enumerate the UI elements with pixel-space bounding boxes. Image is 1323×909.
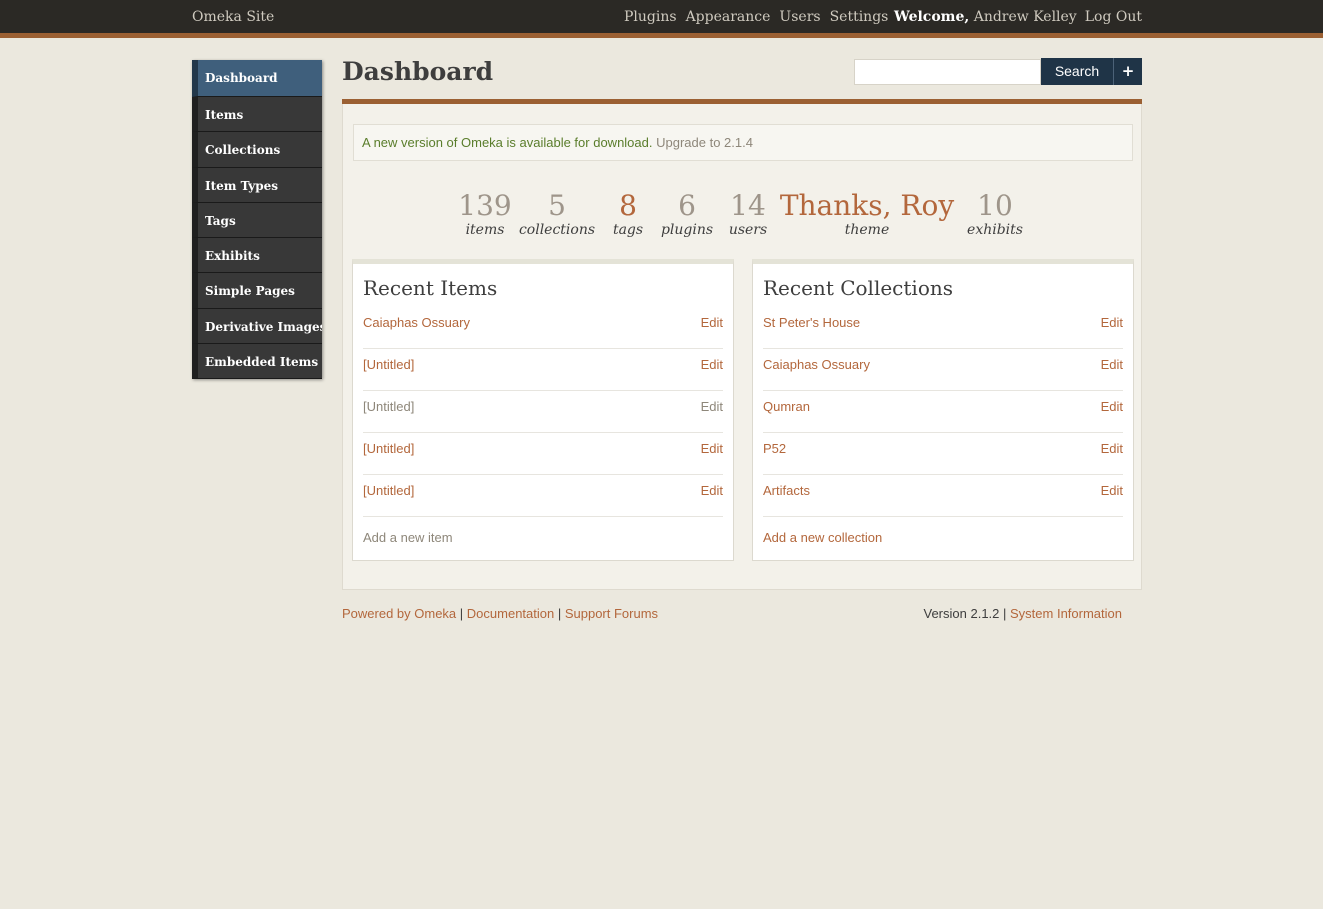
item-title-link[interactable]: Caiaphas Ossuary — [363, 315, 470, 330]
stat-users[interactable]: 14 users — [723, 189, 773, 239]
upgrade-message: A new version of Omeka is available for … — [362, 135, 653, 150]
recent-collections-card: Recent Collections St Peter's House Edit… — [752, 259, 1134, 561]
documentation-link[interactable]: Documentation — [467, 606, 554, 621]
item-edit-link[interactable]: Edit — [701, 357, 723, 372]
stat-exhibits-label: exhibits — [967, 222, 1023, 238]
stat-collections-label: collections — [518, 222, 596, 238]
stat-items-label: items — [465, 222, 505, 238]
stat-collections-value: 5 — [548, 189, 566, 222]
list-item: Artifacts Edit — [763, 475, 1123, 517]
site-title-link[interactable]: Omeka Site — [192, 9, 274, 25]
nav-users[interactable]: Users — [779, 9, 820, 25]
stat-tags[interactable]: 8 tags — [605, 189, 651, 239]
user-nav: Welcome, Andrew Kelley Log Out — [894, 9, 1142, 25]
welcome-label: Welcome, — [893, 9, 970, 25]
collection-title-link[interactable]: Qumran — [763, 399, 810, 414]
footer-links: Powered by Omeka | Documentation | Suppo… — [342, 606, 658, 621]
item-edit-link[interactable]: Edit — [701, 483, 723, 498]
top-bar: Omeka Site Plugins Appearance Users Sett… — [0, 0, 1323, 38]
sidebar-item-simple-pages[interactable]: Simple Pages — [192, 273, 322, 309]
item-title-link[interactable]: [Untitled] — [363, 483, 414, 498]
list-item: [Untitled] Edit — [363, 349, 723, 391]
stat-plugins-label: plugins — [660, 222, 714, 238]
footer-separator: | — [554, 606, 565, 621]
stat-tags-value: 8 — [619, 189, 637, 222]
upgrade-alert: A new version of Omeka is available for … — [353, 124, 1133, 161]
sidebar-item-embedded-items[interactable]: Embedded Items — [192, 344, 322, 380]
stats-bar: 139 items 5 collections 8 tags 6 plugins… — [343, 190, 1143, 246]
logout-link[interactable]: Log Out — [1085, 9, 1142, 25]
recent-items-card: Recent Items Caiaphas Ossuary Edit [Unti… — [352, 259, 734, 561]
sidebar-item-derivative-images[interactable]: Derivative Images — [192, 308, 322, 345]
support-forums-link[interactable]: Support Forums — [565, 606, 658, 621]
collection-edit-link[interactable]: Edit — [1101, 357, 1123, 372]
item-title-link[interactable]: [Untitled] — [363, 357, 414, 372]
item-title-link[interactable]: [Untitled] — [363, 399, 414, 414]
search-input[interactable] — [854, 59, 1041, 85]
stat-exhibits[interactable]: 10 exhibits — [963, 189, 1027, 239]
list-item: [Untitled] Edit — [363, 475, 723, 517]
sidebar-item-collections[interactable]: Collections — [192, 132, 322, 168]
stat-users-label: users — [728, 222, 768, 238]
system-information-link[interactable]: System Information — [1010, 606, 1122, 621]
stat-theme-value: Thanks, Roy — [779, 189, 955, 222]
item-edit-link[interactable]: Edit — [701, 399, 723, 414]
search-button[interactable]: Search — [1041, 58, 1113, 85]
upgrade-link[interactable]: Upgrade to 2.1.4 — [656, 135, 753, 150]
collection-edit-link[interactable]: Edit — [1101, 399, 1123, 414]
stat-theme[interactable]: Thanks, Roy theme — [779, 189, 955, 239]
stat-tags-label: tags — [612, 222, 644, 238]
list-item: [Untitled] Edit — [363, 391, 723, 433]
sidebar-nav: Dashboard Items Collections Item Types T… — [192, 60, 322, 380]
nav-appearance[interactable]: Appearance — [686, 9, 771, 25]
stat-theme-label: theme — [844, 222, 890, 238]
collection-edit-link[interactable]: Edit — [1101, 441, 1123, 456]
stat-exhibits-value: 10 — [977, 189, 1013, 222]
global-nav: Plugins Appearance Users Settings — [624, 9, 888, 25]
item-title-link[interactable]: [Untitled] — [363, 441, 414, 456]
list-item: Caiaphas Ossuary Edit — [363, 307, 723, 349]
advanced-search-toggle-button[interactable]: + — [1113, 58, 1142, 85]
sidebar-item-tags[interactable]: Tags — [192, 202, 322, 239]
stat-users-value: 14 — [730, 189, 766, 222]
stat-items[interactable]: 139 items — [457, 189, 513, 239]
list-item: P52 Edit — [763, 433, 1123, 475]
list-item: St Peter's House Edit — [763, 307, 1123, 349]
nav-settings[interactable]: Settings — [830, 9, 889, 25]
sidebar-item-exhibits[interactable]: Exhibits — [192, 238, 322, 274]
collection-edit-link[interactable]: Edit — [1101, 483, 1123, 498]
recent-items-title: Recent Items — [363, 276, 498, 300]
item-edit-link[interactable]: Edit — [701, 315, 723, 330]
sidebar-item-item-types[interactable]: Item Types — [192, 167, 322, 203]
recent-collections-title: Recent Collections — [763, 276, 953, 300]
collection-title-link[interactable]: P52 — [763, 441, 786, 456]
version-text: Version 2.1.2 — [923, 606, 1000, 621]
add-new-collection-link[interactable]: Add a new collection — [763, 530, 882, 545]
page-title: Dashboard — [342, 57, 494, 86]
collection-title-link[interactable]: Artifacts — [763, 483, 810, 498]
dashboard-panel: A new version of Omeka is available for … — [342, 104, 1142, 590]
sidebar-item-dashboard[interactable]: Dashboard — [192, 60, 322, 97]
user-name-link[interactable]: Andrew Kelley — [974, 9, 1077, 25]
stat-items-value: 139 — [458, 189, 512, 222]
list-item: Caiaphas Ossuary Edit — [763, 349, 1123, 391]
stat-collections[interactable]: 5 collections — [517, 189, 597, 239]
collection-title-link[interactable]: Caiaphas Ossuary — [763, 357, 870, 372]
list-item: Qumran Edit — [763, 391, 1123, 433]
list-item: [Untitled] Edit — [363, 433, 723, 475]
collection-edit-link[interactable]: Edit — [1101, 315, 1123, 330]
collection-title-link[interactable]: St Peter's House — [763, 315, 860, 330]
stat-plugins-value: 6 — [678, 189, 696, 222]
footer-separator: | — [456, 606, 467, 621]
add-new-item-link[interactable]: Add a new item — [363, 530, 453, 545]
item-edit-link[interactable]: Edit — [701, 441, 723, 456]
footer-version: Version 2.1.2 | System Information — [924, 606, 1123, 621]
stat-plugins[interactable]: 6 plugins — [659, 189, 715, 239]
powered-by-link[interactable]: Powered by Omeka — [342, 606, 456, 621]
sidebar-item-items[interactable]: Items — [192, 97, 322, 133]
nav-plugins[interactable]: Plugins — [624, 9, 677, 25]
footer-separator: | — [999, 606, 1010, 621]
